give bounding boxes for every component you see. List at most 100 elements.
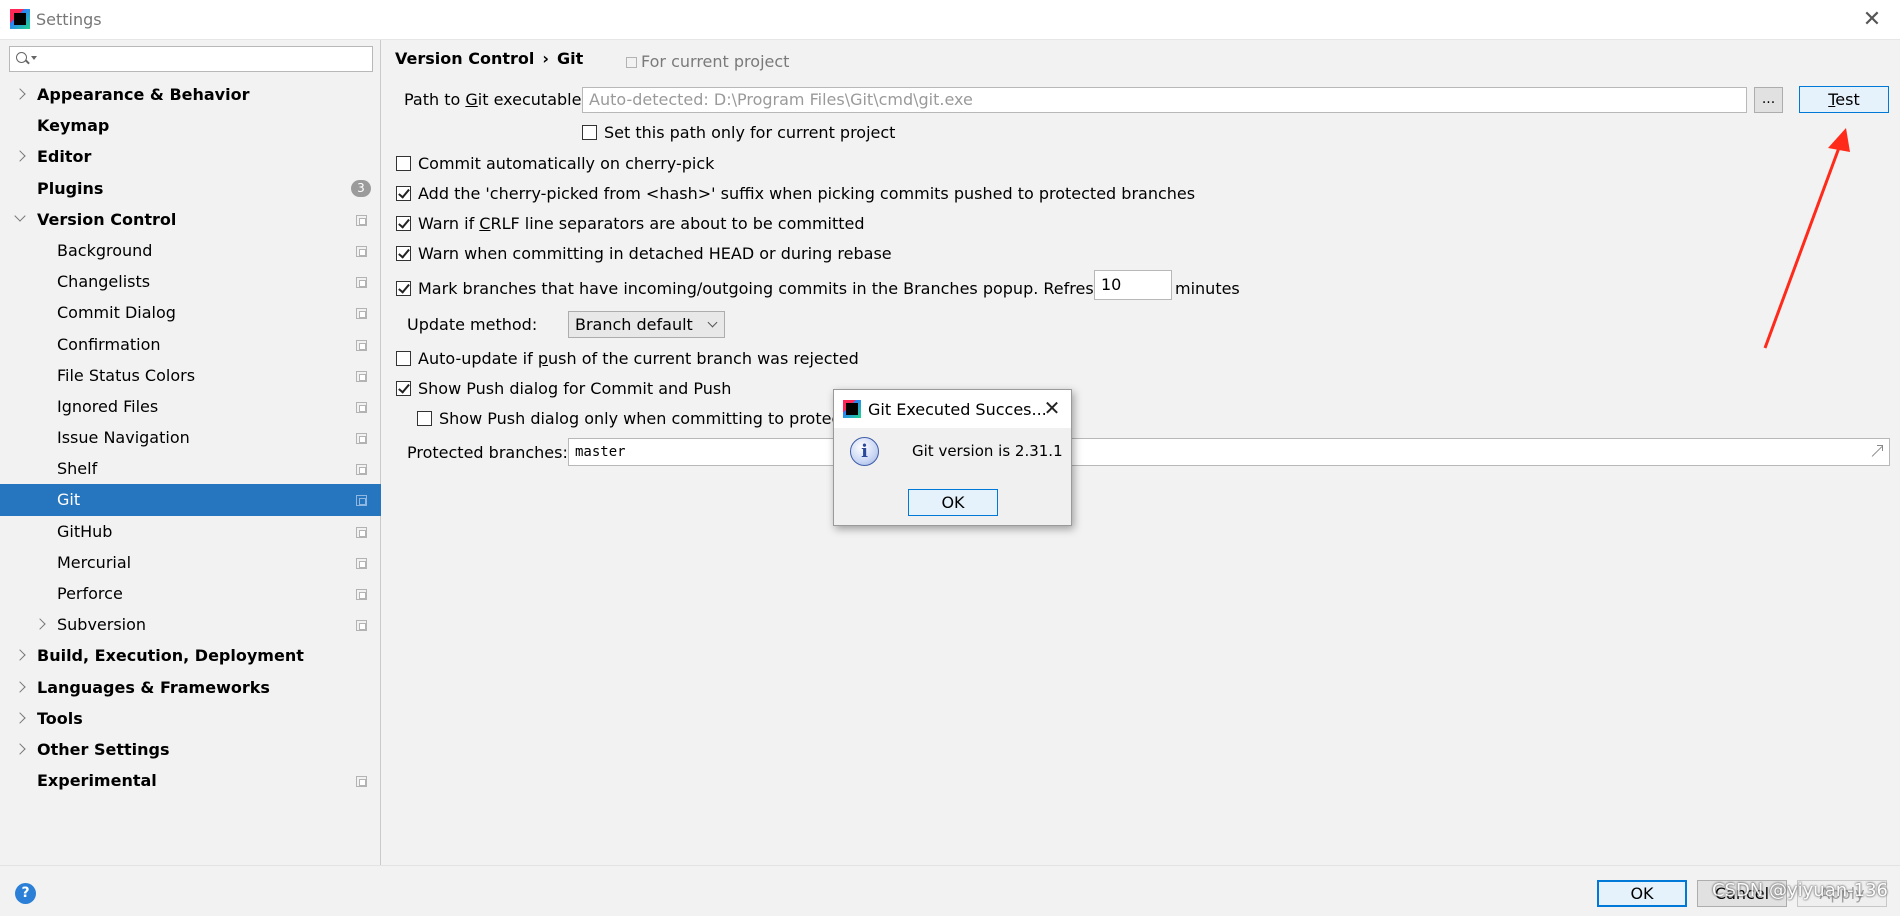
update-method-select[interactable]: Branch default [568, 311, 725, 338]
commit-cherry-pick-option[interactable]: Commit automatically on cherry-pick [396, 154, 716, 174]
tree-item-perforce[interactable]: Perforce [0, 578, 381, 609]
commit-cherry-pick-checkbox[interactable] [396, 156, 411, 171]
show-push-protected-checkbox[interactable] [417, 411, 432, 426]
tree-item-version-control[interactable]: Version Control [0, 204, 381, 235]
tree-item-experimental[interactable]: Experimental [0, 765, 381, 796]
tree-item-changelists[interactable]: Changelists [0, 266, 381, 297]
dialog-close-icon[interactable]: ✕ [1040, 396, 1064, 420]
current-project-path-checkbox[interactable] [582, 125, 597, 140]
warn-crlf-option[interactable]: Warn if CRLF line separators are about t… [396, 214, 896, 234]
tree-item-label: Keymap [37, 116, 110, 136]
cherry-picked-suffix-option[interactable]: Add the 'cherry-picked from <hash>' suff… [396, 184, 1296, 204]
tree-item-tools[interactable]: Tools [0, 703, 381, 734]
git-success-dialog: Git Executed Succes... ✕ i Git version i… [833, 389, 1072, 526]
protected-branches-label: Protected branches: [407, 443, 568, 462]
git-executable-path-field[interactable]: Auto-detected: D:\Program Files\Git\cmd\… [582, 87, 1747, 113]
expand-arrow-icon[interactable] [14, 712, 26, 724]
current-project-path-option[interactable]: Set this path only for current project [582, 123, 902, 143]
refresh-interval-input[interactable]: 10 [1094, 270, 1172, 300]
warn-detached-label: Warn when committing in detached HEAD or… [418, 244, 892, 263]
test-git-button[interactable]: Test [1799, 86, 1889, 113]
dialog-footer: ? OK Cancel Apply CSDN @yiyuan-136 [0, 865, 1900, 916]
tree-item-plugins[interactable]: Plugins 3 [0, 173, 381, 204]
breadcrumb-parent[interactable]: Version Control [395, 49, 534, 68]
expand-arrow-icon[interactable] [14, 88, 26, 100]
tree-item-label: Changelists [57, 272, 151, 292]
protected-branches-field[interactable]: master [568, 438, 1890, 466]
tree-item-label: Shelf [57, 459, 98, 479]
tree-item-editor[interactable]: Editor [0, 141, 381, 172]
settings-search-box[interactable] [9, 46, 373, 72]
tree-item-ignored-files[interactable]: Ignored Files [0, 391, 381, 422]
auto-update-checkbox[interactable] [396, 351, 411, 366]
ok-button[interactable]: OK [1597, 880, 1687, 907]
tree-item-label: Mercurial [57, 552, 132, 572]
git-path-label-post: it executable: [477, 90, 587, 109]
collapse-arrow-icon[interactable] [14, 210, 26, 222]
tree-item-label: Version Control [37, 209, 177, 229]
expand-arrow-icon[interactable] [14, 150, 26, 163]
show-push-checkbox[interactable] [396, 381, 411, 396]
cherry-picked-suffix-checkbox[interactable] [396, 186, 411, 201]
project-scope-icon [356, 495, 367, 507]
help-icon[interactable]: ? [15, 883, 36, 904]
window-title: Settings [36, 10, 102, 29]
tree-item-label: File Status Colors [57, 365, 196, 385]
tree-item-label: Issue Navigation [57, 428, 190, 448]
project-scope-icon [356, 776, 367, 788]
expand-arrow-icon[interactable] [34, 618, 46, 630]
tree-item-label: Experimental [37, 771, 157, 791]
settings-search-input[interactable] [40, 49, 360, 69]
tree-item-label: Plugins [37, 178, 104, 198]
tree-item-build-execution-deployment[interactable]: Build, Execution, Deployment [0, 640, 381, 671]
tree-item-languages-frameworks[interactable]: Languages & Frameworks [0, 672, 381, 703]
expand-arrow-icon[interactable] [14, 649, 26, 662]
info-icon: i [850, 437, 879, 466]
tree-item-commit-dialog[interactable]: Commit Dialog [0, 297, 381, 328]
show-push-label: Show Push dialog for Commit and Push [418, 379, 732, 398]
test-label-rest: est [1835, 90, 1860, 109]
expand-field-icon[interactable] [1870, 445, 1883, 458]
auto-update-option[interactable]: Auto-update if push of the current branc… [396, 349, 896, 369]
dialog-ok-button[interactable]: OK [908, 489, 998, 516]
search-history-chevron-icon[interactable] [31, 56, 37, 60]
tree-item-mercurial[interactable]: Mercurial [0, 547, 381, 578]
expand-arrow-icon[interactable] [14, 743, 26, 755]
mark-branches-checkbox[interactable] [396, 281, 411, 296]
intellij-app-icon [10, 9, 30, 29]
tree-item-label: Editor [37, 147, 92, 167]
tree-item-shelf[interactable]: Shelf [0, 453, 381, 484]
current-project-path-label: Set this path only for current project [604, 123, 896, 142]
project-scope-icon [356, 433, 367, 445]
tree-item-keymap[interactable]: Keymap [0, 110, 381, 141]
settings-tree: Appearance & Behavior Keymap Editor Plug… [0, 79, 381, 796]
tree-item-github[interactable]: GitHub [0, 516, 381, 547]
warn-detached-checkbox[interactable] [396, 246, 411, 261]
tree-item-other-settings[interactable]: Other Settings [0, 734, 381, 765]
breadcrumb-separator: › [542, 49, 549, 68]
warn-crlf-checkbox[interactable] [396, 216, 411, 231]
project-scope-icon [626, 57, 637, 68]
window-close-icon[interactable]: ✕ [1858, 6, 1886, 34]
mark-branches-option[interactable]: Mark branches that have incoming/outgoin… [396, 279, 1154, 299]
auto-update-label-mnemonic: p [537, 349, 548, 368]
tree-item-background[interactable]: Background [0, 235, 381, 266]
tree-item-label: Build, Execution, Deployment [37, 646, 304, 666]
warn-detached-option[interactable]: Warn when committing in detached HEAD or… [396, 244, 896, 264]
tree-item-git[interactable]: Git [0, 484, 381, 516]
mark-branches-label: Mark branches that have incoming/outgoin… [418, 279, 1155, 298]
project-scope-icon [356, 277, 367, 289]
tree-item-subversion[interactable]: Subversion [0, 609, 381, 640]
tree-item-confirmation[interactable]: Confirmation [0, 329, 381, 360]
project-scope-icon [356, 370, 367, 382]
show-push-option[interactable]: Show Push dialog for Commit and Push [396, 379, 896, 399]
browse-button[interactable]: ... [1754, 87, 1783, 113]
update-method-label: Update method: [407, 315, 538, 334]
tree-item-appearance-behavior[interactable]: Appearance & Behavior [0, 79, 381, 110]
tree-item-issue-navigation[interactable]: Issue Navigation [0, 422, 381, 453]
expand-arrow-icon[interactable] [14, 680, 26, 693]
git-path-label-mnemonic: G [465, 90, 478, 109]
project-scope-icon [356, 401, 367, 413]
tree-item-file-status-colors[interactable]: File Status Colors [0, 360, 381, 391]
git-settings-panel: Version Control › Git For current project … [382, 40, 1900, 865]
